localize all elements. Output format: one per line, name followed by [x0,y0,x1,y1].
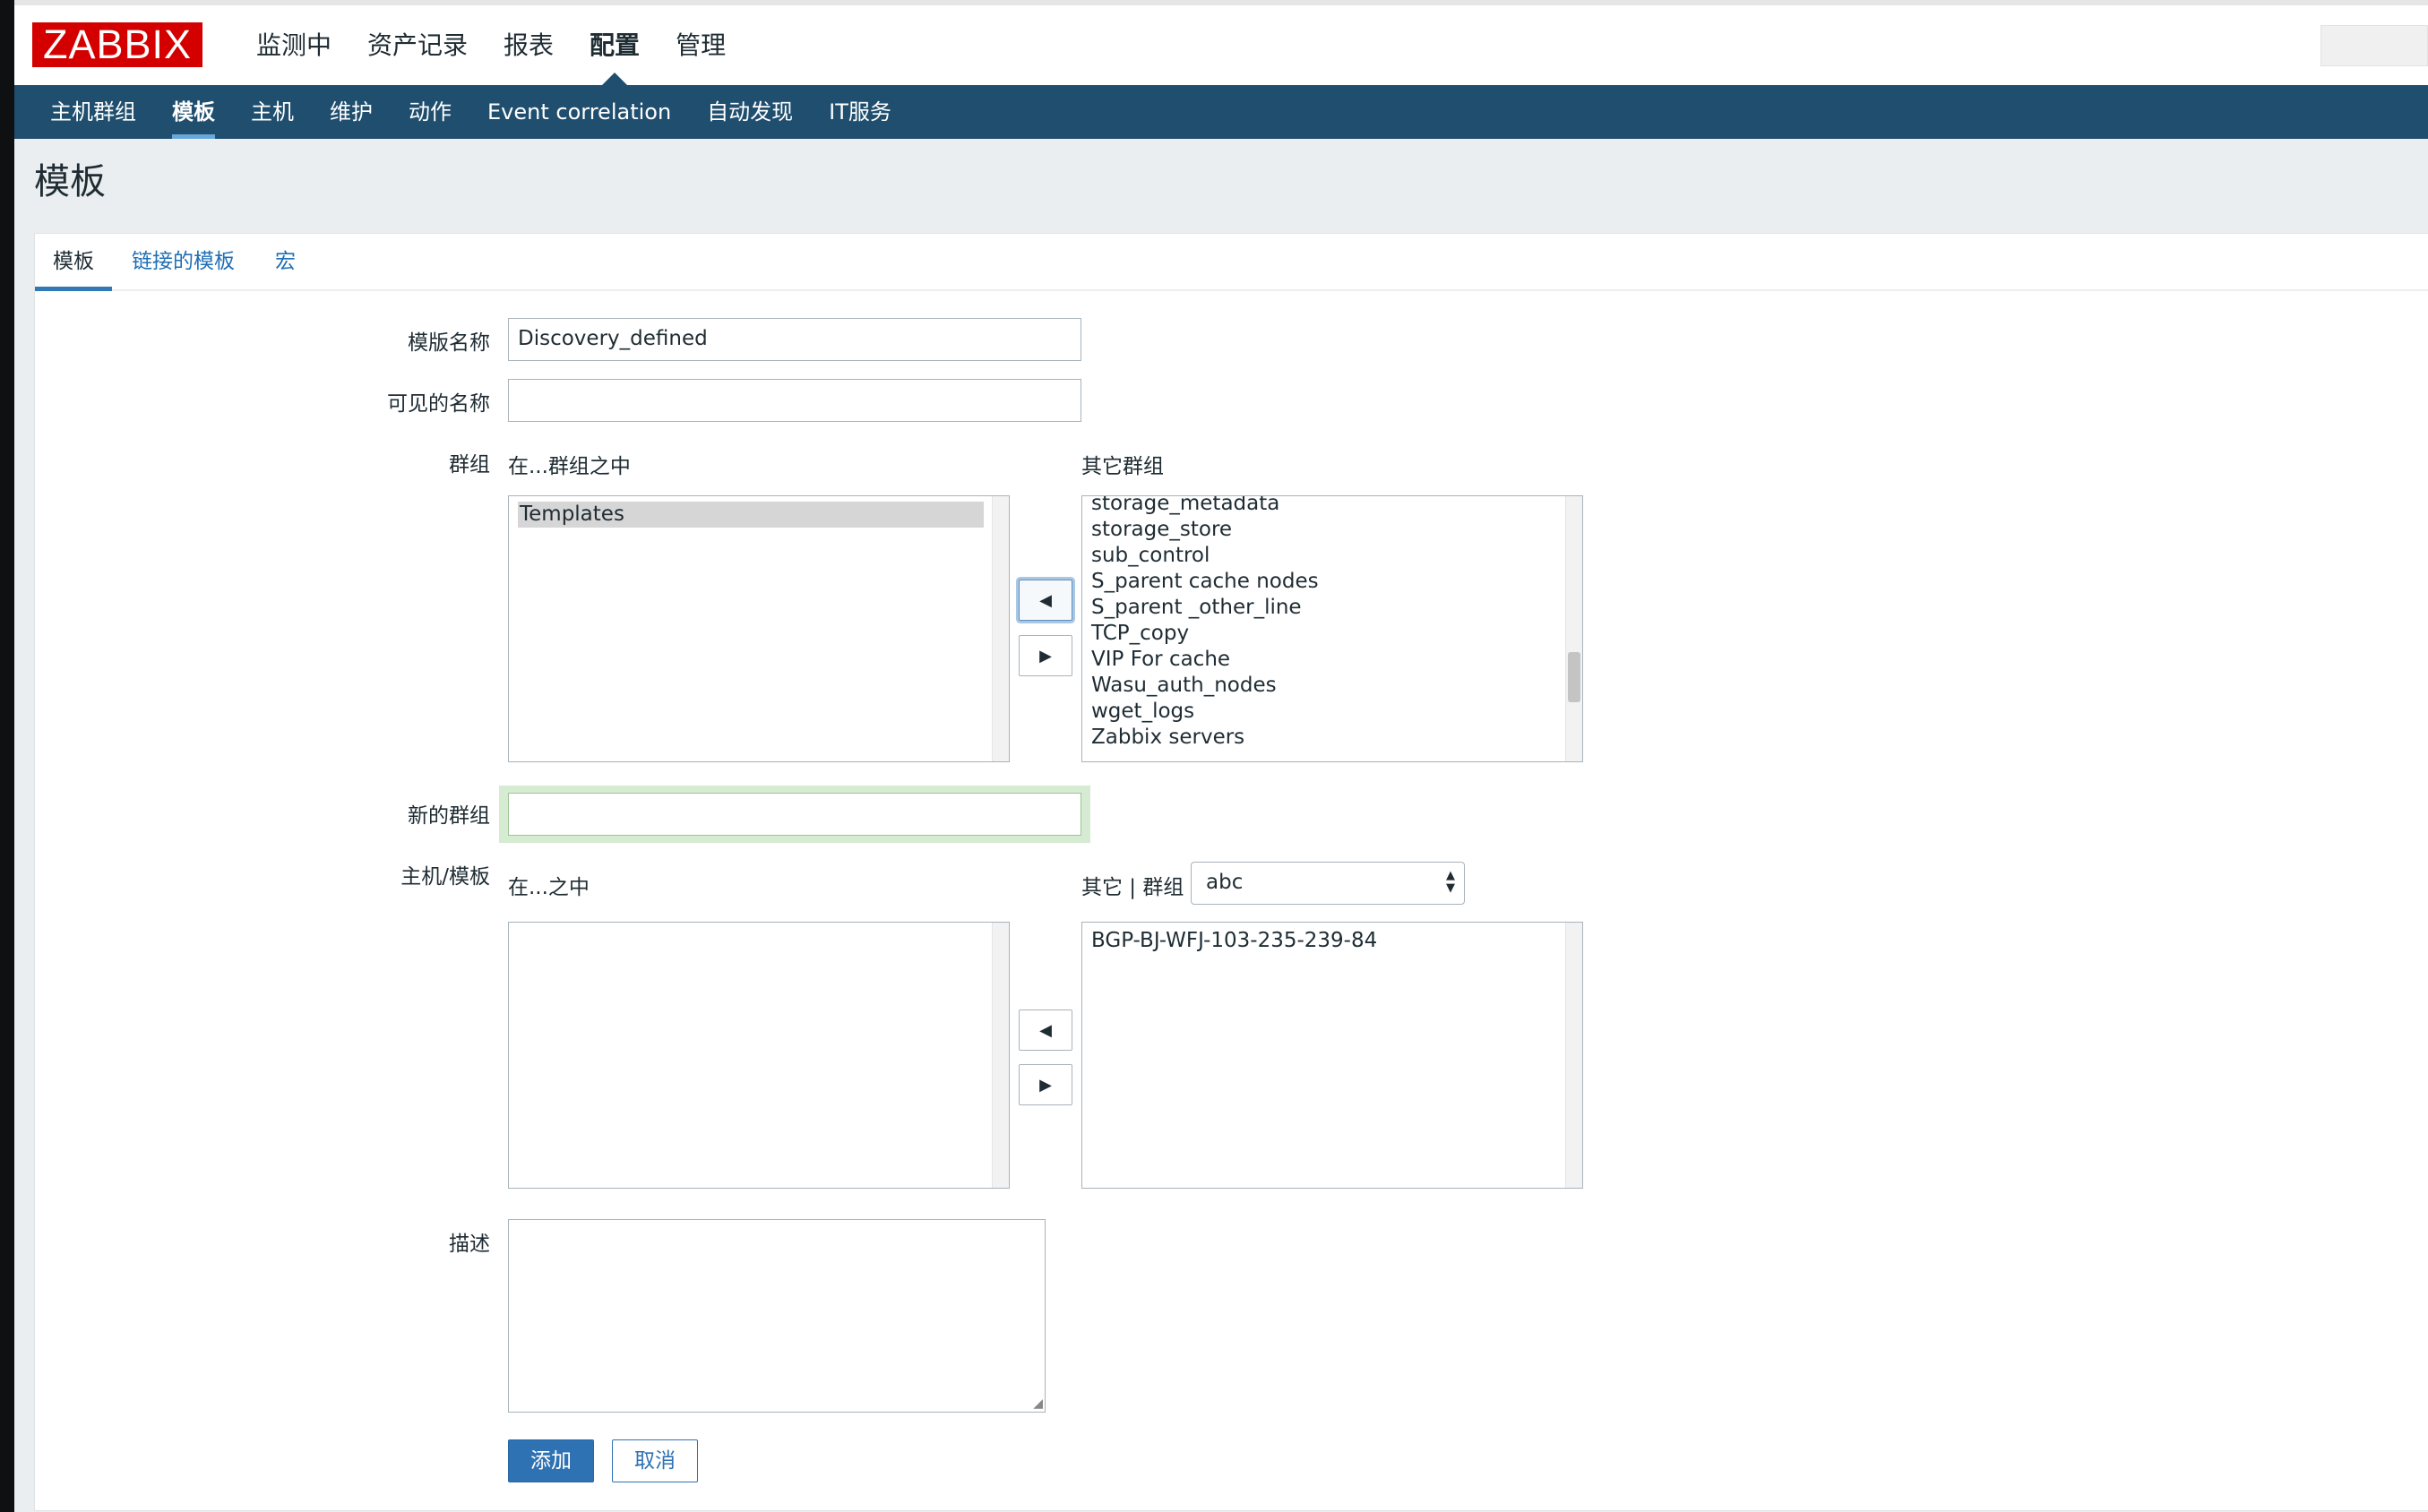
main-menu-item-0[interactable]: 监测中 [238,5,349,85]
list-item[interactable]: S_parent _other_line [1082,595,1582,621]
list-item[interactable]: Zabbix servers [1082,725,1582,751]
arrow-left-icon: ◀ [1039,1020,1052,1040]
template-form: 模板 链接的模板 宏 模版名称 Discovery_defined 可见的名称 … [34,233,2428,1511]
visible-name-label: 可见的名称 [387,392,490,416]
main-menu-item-1[interactable]: 资产记录 [349,5,486,85]
in-hosts-label: 在...之中 [508,876,590,899]
tab-macros[interactable]: 宏 [275,234,296,289]
arrow-right-icon: ▶ [1039,646,1052,666]
other-hosts-label: 其它 | 群组 [1081,876,1184,899]
in-hosts-list[interactable] [508,922,1010,1189]
main-menu-item-3[interactable]: 配置 [572,5,658,85]
list-item[interactable]: storage_metadata [1082,496,1582,517]
cancel-button[interactable]: 取消 [612,1439,698,1482]
remove-host-button[interactable]: ▶ [1019,1064,1072,1105]
template-name-input[interactable]: Discovery_defined [508,318,1081,361]
add-group-button[interactable]: ◀ [1019,580,1072,621]
zabbix-logo[interactable]: ZABBIX [32,22,202,67]
list-item[interactable]: VIP For cache [1082,647,1582,673]
sub-menu-item-3[interactable]: 维护 [312,85,391,139]
in-groups-scrollbar[interactable] [992,496,1009,761]
main-menu-item-2[interactable]: 报表 [486,5,572,85]
sub-menu-item-7[interactable]: IT服务 [811,85,909,139]
add-host-button[interactable]: ◀ [1019,1009,1072,1051]
sub-menu-item-4[interactable]: 动作 [391,85,469,139]
list-item[interactable]: TCP_copy [1082,621,1582,647]
sub-menu-item-0[interactable]: 主机群组 [32,85,154,139]
sub-menu-item-1[interactable]: 模板 [154,85,233,139]
list-item[interactable]: Templates [518,502,984,528]
search-box[interactable] [2320,25,2428,66]
sub-menu: 主机群组 模板 主机 维护 动作 Event correlation 自动发现 IT服务 [32,85,909,139]
list-item[interactable]: Wasu_auth_nodes [1082,673,1582,699]
in-groups-label: 在...群组之中 [508,455,631,478]
description-label: 描述 [449,1233,490,1256]
groups-label: 群组 [449,453,490,477]
arrow-right-icon: ▶ [1039,1075,1052,1095]
new-group-label: 新的群组 [408,804,490,828]
sub-menu-item-5[interactable]: Event correlation [469,85,689,139]
other-groups-scroll-thumb[interactable] [1568,652,1580,702]
in-groups-list[interactable]: Templates [508,495,1010,762]
description-textarea[interactable]: ◢ [508,1219,1046,1413]
tab-linked-templates[interactable]: 链接的模板 [132,234,235,289]
sub-menu-item-2[interactable]: 主机 [233,85,312,139]
window-edge [0,0,14,1512]
list-item[interactable]: S_parent cache nodes [1082,569,1582,595]
other-groups-scrollbar[interactable] [1565,496,1582,761]
resize-grip-icon[interactable]: ◢ [1033,1397,1043,1410]
page-title: 模板 [34,161,106,202]
other-groups-list[interactable]: storage_metadata storage_store sub_control… [1081,495,1583,762]
hosts-templates-label: 主机/模板 [400,865,490,889]
other-hosts-list[interactable]: BGP-BJ-WFJ-103-235-239-84 [1081,922,1583,1189]
sub-navigation: 主机群组 模板 主机 维护 动作 Event correlation 自动发现 IT服务 [14,85,2428,139]
add-button[interactable]: 添加 [508,1439,594,1482]
top-navigation: ZABBIX 监测中 资产记录 报表 配置 管理 [14,5,2428,85]
remove-group-button[interactable]: ▶ [1019,635,1072,676]
other-hosts-scrollbar[interactable] [1565,923,1582,1188]
main-menu-item-4[interactable]: 管理 [658,5,744,85]
form-tabs: 模板 链接的模板 宏 [35,234,2428,291]
list-item[interactable]: sub_control [1082,543,1582,569]
in-hosts-scrollbar[interactable] [992,923,1009,1188]
main-menu: 监测中 资产记录 报表 配置 管理 [238,5,744,85]
group-select[interactable]: abc ▲ ▼ [1191,862,1465,905]
group-select-value: abc [1206,871,1244,894]
list-item[interactable]: storage_store [1082,517,1582,543]
list-item[interactable]: wget_logs [1082,699,1582,725]
list-item[interactable]: BGP-BJ-WFJ-103-235-239-84 [1082,928,1582,954]
select-caret-icon: ▲ ▼ [1446,869,1455,895]
template-name-label: 模版名称 [408,331,490,355]
tab-template[interactable]: 模板 [35,234,112,291]
visible-name-input[interactable] [508,379,1081,422]
new-group-input[interactable] [508,793,1081,836]
arrow-left-icon: ◀ [1039,590,1052,610]
sub-menu-item-6[interactable]: 自动发现 [689,85,811,139]
other-groups-label: 其它群组 [1081,455,1164,478]
